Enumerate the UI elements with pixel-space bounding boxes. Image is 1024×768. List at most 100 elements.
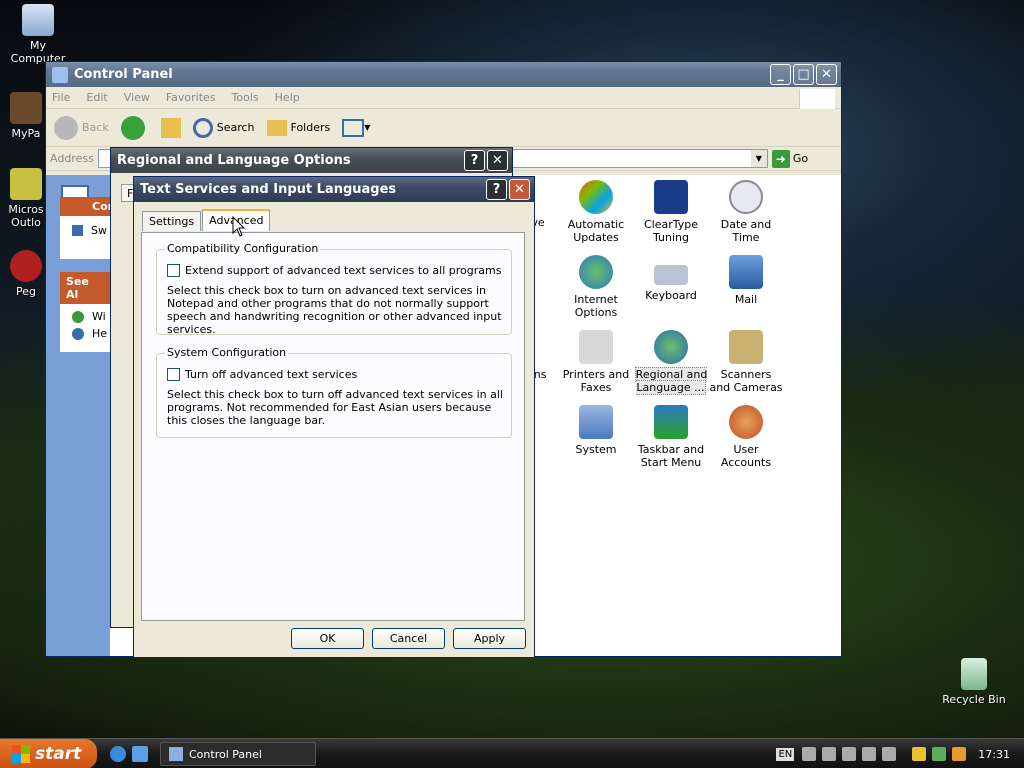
desktop-icon-label: Peg [16, 285, 36, 298]
item-label: Mail [734, 293, 758, 306]
menu-view[interactable]: View [124, 91, 150, 104]
ok-button[interactable]: OK [291, 628, 364, 649]
see-also-box: See Al Wi He [60, 272, 110, 352]
cp-item-automatic-updates[interactable]: Automatic Updates [559, 180, 633, 244]
text-services-titlebar[interactable]: Text Services and Input Languages ? ✕ [134, 177, 534, 202]
item-label: Taskbar and Start Menu [637, 443, 705, 469]
task-pane-heading: Con [60, 197, 115, 216]
cp-item-internet-options[interactable]: Internet Options [559, 255, 633, 319]
extend-support-checkbox-row[interactable]: Extend support of advanced text services… [167, 264, 501, 277]
taskbar: start Control Panel EN 17:31 [0, 738, 1024, 768]
computer-icon [22, 4, 54, 36]
desktop-icon-recycle-bin[interactable]: Recycle Bin [938, 658, 1010, 706]
desktop-icon-my-computer[interactable]: My Computer [2, 4, 74, 65]
cancel-button[interactable]: Cancel [372, 628, 445, 649]
cp-item-system[interactable]: System [559, 405, 633, 456]
views-button[interactable]: ▼ [342, 118, 371, 137]
extend-support-checkbox[interactable] [167, 264, 180, 277]
language-indicator[interactable]: EN [776, 747, 795, 761]
search-tray-icon[interactable] [952, 747, 967, 761]
menu-help[interactable]: Help [275, 91, 300, 104]
search-button[interactable]: Search [192, 117, 255, 138]
pen-tray-icon[interactable] [822, 747, 837, 761]
help-link[interactable]: He [60, 323, 110, 340]
checkbox-label: Turn off advanced text services [185, 368, 358, 381]
cp-item-cleartype-tuning[interactable]: ClearType Tuning [634, 180, 708, 244]
up-folder-icon [160, 117, 181, 138]
scanner-icon [729, 330, 763, 364]
toolbar: Back Search Folders ▼ [46, 109, 841, 147]
switch-view-link[interactable]: Sw [60, 216, 110, 237]
go-label: Go [792, 152, 809, 165]
compatibility-configuration-group: Compatibility Configuration Extend suppo… [156, 242, 512, 336]
help-button[interactable]: ? [464, 150, 485, 171]
cp-item-date-and-time[interactable]: Date and Time [709, 180, 783, 244]
maximize-button[interactable]: □ [793, 64, 814, 85]
up-folder-button[interactable] [160, 117, 181, 138]
mouse-cursor-icon [232, 216, 246, 237]
desktop-icon-label: MyPa [11, 127, 41, 140]
windows-update-icon [72, 310, 84, 323]
pegasus-icon [10, 250, 42, 282]
cp-item-user-accounts[interactable]: User Accounts [709, 405, 783, 469]
turn-off-services-checkbox[interactable] [167, 368, 180, 381]
cp-item-scanners-and-cameras[interactable]: Scanners and Cameras [709, 330, 783, 394]
minimize-button[interactable]: _ [770, 64, 791, 85]
help-button[interactable]: ? [486, 179, 507, 200]
apply-button[interactable]: Apply [453, 628, 526, 649]
dialog-body: Settings Advanced Compatibility Configur… [134, 202, 534, 657]
views-icon [342, 118, 365, 137]
taskbar-button-control-panel[interactable]: Control Panel [160, 742, 316, 766]
cp-item-mail[interactable]: Mail [709, 255, 783, 306]
checkbox-label: Extend support of advanced text services… [185, 264, 502, 277]
forward-button[interactable] [120, 115, 149, 140]
folders-button[interactable]: Folders [266, 119, 330, 136]
item-label: Keyboard [645, 289, 697, 302]
item-label: Scanners and Cameras [709, 368, 783, 394]
window-title: Control Panel [74, 67, 173, 82]
item-label: Regional and Language ... [634, 367, 708, 395]
menu-tools[interactable]: Tools [232, 91, 259, 104]
security-shield-icon[interactable] [912, 747, 927, 761]
keyboard-icon [654, 265, 688, 285]
control-panel-titlebar[interactable]: Control Panel _ □ ✕ [46, 62, 841, 87]
options-tray-icon[interactable] [882, 747, 897, 761]
speech-tray-icon[interactable] [842, 747, 857, 761]
help-tray-icon[interactable] [862, 747, 877, 761]
back-button[interactable]: Back [54, 115, 109, 140]
item-label: User Accounts [720, 443, 772, 469]
item-label: ClearType Tuning [643, 218, 699, 244]
group-legend: Compatibility Configuration [165, 242, 321, 255]
close-button[interactable]: ✕ [487, 150, 508, 171]
cp-item-regional-and-language[interactable]: Regional and Language ... [634, 330, 708, 395]
desktop-icon-label: Recycle Bin [942, 693, 1006, 706]
windows-update-link[interactable]: Wi [60, 304, 110, 323]
close-button[interactable]: ✕ [816, 64, 837, 85]
regional-dialog-titlebar[interactable]: Regional and Language Options ? ✕ [111, 148, 512, 173]
link-label: He [92, 327, 108, 340]
cp-item-printers-and-faxes[interactable]: Printers and Faxes [559, 330, 633, 394]
turn-off-services-checkbox-row[interactable]: Turn off advanced text services [167, 368, 357, 381]
start-button[interactable]: start [0, 739, 97, 768]
internet-explorer-icon[interactable] [110, 746, 126, 762]
text-services-dialog: Text Services and Input Languages ? ✕ Se… [133, 176, 535, 658]
go-button[interactable]: ➜ Go [771, 149, 809, 168]
address-dropdown-icon[interactable]: ▼ [750, 150, 767, 167]
internet-options-icon [579, 255, 613, 289]
chevron-down-icon: ▼ [364, 123, 371, 132]
windows-flag-icon [12, 745, 30, 763]
task-pane: Con Sw See Al Wi He [46, 175, 115, 656]
cp-item-taskbar-and-start-menu[interactable]: Taskbar and Start Menu [634, 405, 708, 469]
close-button[interactable]: ✕ [509, 179, 530, 200]
quicklaunch-app-icon[interactable] [132, 746, 148, 762]
tab-settings[interactable]: Settings [142, 211, 202, 231]
date-time-icon [729, 180, 763, 214]
menu-file[interactable]: File [52, 91, 70, 104]
dialog-title: Regional and Language Options [117, 153, 351, 168]
menu-favorites[interactable]: Favorites [166, 91, 216, 104]
globe-icon [654, 330, 688, 364]
menu-edit[interactable]: Edit [86, 91, 107, 104]
cp-item-keyboard[interactable]: Keyboard [634, 255, 708, 302]
network-tray-icon[interactable] [932, 747, 947, 761]
keyboard-tray-icon[interactable] [802, 747, 817, 761]
